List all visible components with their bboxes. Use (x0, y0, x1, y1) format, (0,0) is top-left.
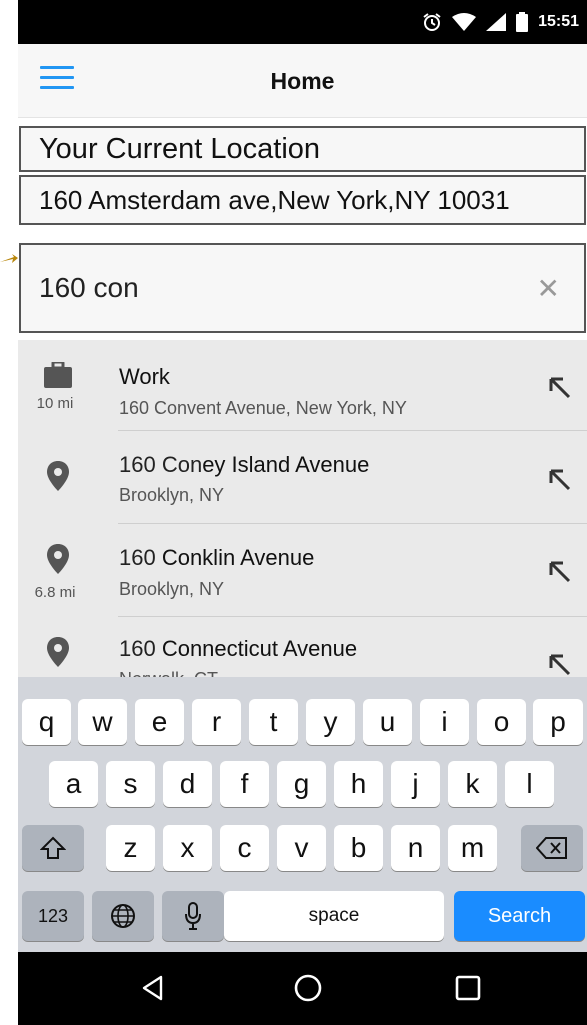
key-x[interactable]: x (163, 825, 212, 871)
key-u[interactable]: u (363, 699, 412, 745)
key-w[interactable]: w (78, 699, 127, 745)
battery-icon (516, 12, 529, 32)
globe-key[interactable] (92, 891, 154, 941)
fill-query-arrow-icon[interactable] (547, 559, 573, 585)
key-c[interactable]: c (220, 825, 269, 871)
key-s[interactable]: s (106, 761, 155, 807)
location-pin-icon (28, 461, 88, 496)
suggestion-item-connecticut[interactable]: 160 Connecticut Avenue Norwalk, CT (18, 619, 587, 677)
numbers-key[interactable]: 123 (22, 891, 84, 941)
suggestion-subtitle: Brooklyn, NY (119, 485, 225, 505)
fill-query-arrow-icon[interactable] (547, 652, 573, 677)
suggestion-list: 10 mi Work 160 Convent Avenue, New York,… (18, 340, 587, 677)
briefcase-icon (28, 360, 88, 393)
backspace-icon (536, 837, 567, 859)
key-b[interactable]: b (334, 825, 383, 871)
current-location-label: Your Current Location (19, 126, 586, 172)
suggestion-title: 160 Connecticut Avenue (119, 636, 358, 661)
key-n[interactable]: n (391, 825, 440, 871)
app-bar: Home (18, 44, 587, 118)
key-v[interactable]: v (277, 825, 326, 871)
page-title: Home (270, 68, 335, 94)
space-key[interactable]: space (224, 891, 444, 941)
current-location-address: 160 Amsterdam ave,New York,NY 10031 (19, 175, 586, 225)
search-input[interactable]: 160 con ✕ (19, 243, 586, 333)
key-k[interactable]: k (448, 761, 497, 807)
key-i[interactable]: i (420, 699, 469, 745)
backspace-key[interactable] (521, 825, 583, 871)
suggestion-subtitle: 160 Convent Avenue, New York, NY (119, 398, 407, 418)
suggestion-title: 160 Conklin Avenue (119, 545, 315, 570)
divider (118, 523, 587, 524)
close-icon[interactable]: ✕ (537, 275, 560, 303)
on-screen-keyboard: q w e r t y u i o p a s d f g h j k l z … (18, 677, 587, 952)
suggestion-distance: 10 mi (36, 395, 74, 412)
fill-query-arrow-icon[interactable] (547, 467, 573, 493)
suggestion-title: Work (119, 364, 170, 389)
key-l[interactable]: l (505, 761, 554, 807)
signal-icon (486, 13, 507, 31)
search-key[interactable]: Search (454, 891, 585, 941)
microphone-key[interactable] (162, 891, 224, 941)
key-h[interactable]: h (334, 761, 383, 807)
microphone-icon (185, 902, 201, 930)
recents-square-icon[interactable] (448, 970, 488, 1006)
shift-key[interactable] (22, 825, 84, 871)
key-q[interactable]: q (22, 699, 71, 745)
system-nav-bar (18, 952, 587, 1025)
annotation-arrow-icon (0, 254, 18, 263)
alarm-icon (422, 12, 442, 32)
home-circle-icon[interactable] (288, 970, 328, 1006)
wifi-icon (452, 13, 477, 31)
fill-query-arrow-icon[interactable] (547, 375, 573, 401)
key-p[interactable]: p (533, 699, 583, 745)
key-a[interactable]: a (49, 761, 98, 807)
key-j[interactable]: j (391, 761, 440, 807)
suggestion-item-conklin[interactable]: 6.8 mi 160 Conklin Avenue Brooklyn, NY (18, 526, 587, 617)
shift-arrow-icon (40, 836, 66, 859)
search-input-value[interactable]: 160 con (39, 272, 139, 304)
suggestion-title: 160 Coney Island Avenue (119, 452, 370, 477)
back-triangle-icon[interactable] (133, 970, 173, 1006)
location-pin-icon (28, 637, 88, 672)
key-z[interactable]: z (106, 825, 155, 871)
status-time: 15:51 (538, 13, 579, 30)
status-bar: 15:51 (18, 0, 587, 44)
key-f[interactable]: f (220, 761, 269, 807)
suggestion-item-coney-island[interactable]: 160 Coney Island Avenue Brooklyn, NY (18, 433, 587, 524)
divider (118, 616, 587, 617)
key-r[interactable]: r (192, 699, 241, 745)
key-e[interactable]: e (135, 699, 184, 745)
location-pin-icon (28, 544, 88, 579)
key-t[interactable]: t (249, 699, 298, 745)
key-d[interactable]: d (163, 761, 212, 807)
globe-icon (111, 904, 135, 928)
suggestion-subtitle: Brooklyn, NY (119, 579, 225, 599)
key-y[interactable]: y (306, 699, 355, 745)
suggestion-subtitle: Norwalk, CT (119, 669, 218, 677)
key-o[interactable]: o (477, 699, 526, 745)
suggestion-distance: 6.8 mi (34, 584, 76, 601)
suggestion-item-work[interactable]: 10 mi Work 160 Convent Avenue, New York,… (18, 340, 587, 431)
key-m[interactable]: m (448, 825, 497, 871)
key-g[interactable]: g (277, 761, 326, 807)
divider (118, 430, 587, 431)
